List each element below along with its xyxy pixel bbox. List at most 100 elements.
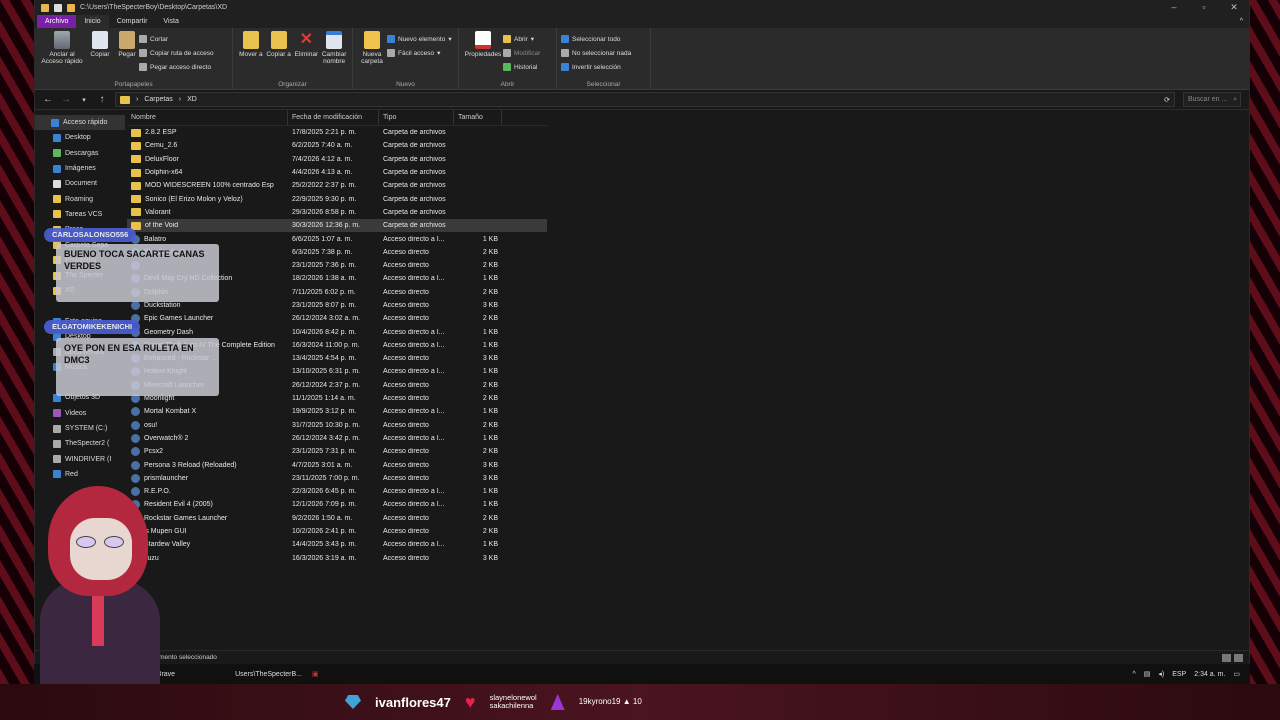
- breadcrumb-xd[interactable]: XD: [187, 96, 197, 103]
- open-button[interactable]: Abrir ▾: [503, 33, 540, 45]
- file-type: Acceso directo a I...: [383, 328, 445, 336]
- address-bar[interactable]: › Carpetas › XD ⟳: [115, 92, 1175, 107]
- search-placeholder: Buscar en ...: [1188, 96, 1228, 103]
- new-item-button[interactable]: Nuevo elemento ▾: [387, 33, 452, 45]
- tab-compartir[interactable]: Compartir: [109, 15, 156, 28]
- app-icon[interactable]: ▣: [312, 670, 319, 678]
- select-none-button[interactable]: No seleccionar nada: [561, 47, 631, 59]
- cut-button[interactable]: Cortar: [139, 33, 214, 45]
- new-folder-icon[interactable]: [67, 3, 75, 12]
- column-date[interactable]: Fecha de modificación: [288, 109, 379, 126]
- folder-icon: [131, 168, 141, 177]
- minimize-button[interactable]: –: [1159, 2, 1189, 13]
- taskbar-explorer[interactable]: Users\TheSpecterB...: [235, 671, 302, 678]
- collapse-ribbon-icon[interactable]: ^: [1234, 15, 1249, 28]
- delete-button[interactable]: ✕ Eliminar: [293, 31, 321, 58]
- copy-path-button[interactable]: Copiar ruta de acceso: [139, 47, 214, 59]
- file-row[interactable]: Persona 3 Reload (Reloaded) 4/7/2025 3:01…: [127, 458, 547, 471]
- nav-item[interactable]: Desktop: [35, 130, 125, 145]
- nav-item[interactable]: Descargas: [35, 146, 125, 161]
- file-row[interactable]: 2.8.2 ESP 17/8/2025 2:21 p. m. Carpeta de …: [127, 126, 547, 139]
- back-arrow-icon[interactable]: ←: [43, 94, 53, 105]
- nav-item[interactable]: WINDRIVER (I: [35, 452, 125, 467]
- tab-archivo[interactable]: Archivo: [37, 15, 77, 28]
- nav-item[interactable]: Document: [35, 176, 125, 191]
- breadcrumb-carpetas[interactable]: Carpetas: [144, 96, 172, 103]
- history-button[interactable]: Historial: [503, 61, 540, 73]
- volume-icon[interactable]: ◂): [1158, 670, 1164, 678]
- column-size[interactable]: Tamaño: [454, 109, 502, 126]
- rename-button[interactable]: Cambiar nombre: [320, 31, 348, 65]
- chat-message: OYE PON EN ESA RULETA EN DMC3: [56, 338, 219, 396]
- details-view-icon[interactable]: [1222, 653, 1231, 662]
- up-arrow-icon[interactable]: ↑: [97, 94, 107, 105]
- copy-to-icon: [270, 31, 287, 49]
- file-row[interactable]: Overwatch® 2 26/12/2024 3:42 p. m. Acceso …: [127, 432, 547, 445]
- nav-item[interactable]: TheSpecter2 (: [35, 436, 125, 451]
- chevron-up-icon[interactable]: ^: [1132, 671, 1135, 678]
- paste-button[interactable]: Pegar: [115, 31, 139, 58]
- search-input[interactable]: Buscar en ... ⌕: [1183, 92, 1241, 107]
- column-type[interactable]: Tipo: [379, 109, 454, 126]
- file-row[interactable]: DeluxFloor 7/4/2026 4:12 a. m. Carpeta de …: [127, 153, 547, 166]
- file-row[interactable]: Geometry Dash 10/4/2026 8:42 p. m. Acceso …: [127, 325, 547, 338]
- large-icons-view-icon[interactable]: [1234, 653, 1243, 662]
- nav-item[interactable]: Roaming: [35, 191, 125, 206]
- file-name: Sonico (El Erizo Molon y Veloz): [145, 195, 243, 203]
- file-row[interactable]: prismlauncher 23/11/2025 7:00 p. m. Acceso…: [127, 472, 547, 485]
- refresh-icon[interactable]: ⟳: [1164, 96, 1174, 104]
- star-icon: [51, 118, 59, 127]
- properties-icon[interactable]: [54, 3, 62, 12]
- nav-item[interactable]: Tareas VCS: [35, 207, 125, 222]
- modify-icon: [503, 49, 511, 57]
- file-date: 31/7/2025 10:30 p. m.: [292, 421, 361, 429]
- nav-item[interactable]: Videos: [35, 406, 125, 421]
- file-size: 2 KB: [482, 395, 498, 403]
- network-icon[interactable]: ▤: [1144, 670, 1151, 678]
- forward-arrow-icon[interactable]: →: [61, 94, 71, 105]
- file-row[interactable]: Epic Games Launcher 26/12/2024 3:02 a. m.…: [127, 312, 547, 325]
- file-date: 4/7/2025 3:01 a. m.: [292, 461, 353, 469]
- file-row[interactable]: osu! 31/7/2025 10:30 p. m. Acceso directo 2…: [127, 419, 547, 432]
- properties-button[interactable]: Propiedades: [463, 31, 503, 58]
- file-row[interactable]: Cemu_2.6 6/2/2025 7:40 a. m. Carpeta de ar…: [127, 139, 547, 152]
- select-all-button[interactable]: Seleccionar todo: [561, 33, 631, 45]
- copy-to-button[interactable]: Copiar a: [265, 31, 293, 58]
- modify-button[interactable]: Modificar: [503, 47, 540, 59]
- file-row[interactable]: MOD WIDESCREEN 100% centrado Esp 25/2/202…: [127, 179, 547, 192]
- file-row[interactable]: Mortal Kombat X 19/9/2025 3:12 p. m. Acces…: [127, 405, 547, 418]
- paste-shortcut-button[interactable]: Pegar acceso directo: [139, 61, 214, 73]
- file-row[interactable]: yuzu 16/3/2026 3:19 a. m. Acceso directo 3 …: [127, 552, 547, 565]
- file-row[interactable]: Stardew Valley 14/4/2025 3:43 p. m. Acceso…: [127, 538, 547, 551]
- nav-item[interactable]: Acceso rápido: [35, 115, 125, 131]
- file-row[interactable]: Dolphin-x64 4/4/2026 4:13 a. m. Carpeta de…: [127, 166, 547, 179]
- file-row[interactable]: of the Void 30/3/2026 12:36 p. m. Carpeta …: [127, 219, 547, 233]
- nav-item[interactable]: SYSTEM (C:): [35, 421, 125, 436]
- file-row[interactable]: Pcsx2 23/1/2025 7:31 p. m. Acceso directo 2…: [127, 445, 547, 458]
- move-to-button[interactable]: Mover a: [237, 31, 265, 58]
- easy-access-button[interactable]: Fácil acceso ▾: [387, 47, 452, 59]
- pin-icon: [54, 31, 70, 49]
- file-row[interactable]: R.E.P.O. 22/3/2026 6:45 p. m. Acceso direc…: [127, 485, 547, 498]
- file-row[interactable]: Resident Evil 4 (2005) 12/1/2026 7:09 p. …: [127, 498, 547, 511]
- file-type: Carpeta de archivos: [383, 222, 446, 230]
- pin-quick-access-button[interactable]: Anclar al Acceso rápido: [39, 31, 85, 65]
- copy-button[interactable]: Copiar: [85, 31, 115, 58]
- tab-inicio[interactable]: Inicio: [76, 15, 109, 28]
- recent-dropdown-icon[interactable]: ▾: [79, 96, 89, 104]
- column-name[interactable]: Nombre: [127, 109, 288, 126]
- easy-access-icon: [387, 49, 395, 57]
- tab-vista[interactable]: Vista: [155, 15, 186, 28]
- file-row[interactable]: 's Mupen GUI 10/2/2026 2:41 p. m. Acceso d…: [127, 525, 547, 538]
- language-indicator[interactable]: ESP: [1172, 671, 1186, 678]
- invert-selection-button[interactable]: Invertir selección: [561, 61, 631, 73]
- clock[interactable]: 2:34 a. m.: [1194, 671, 1225, 678]
- new-folder-button[interactable]: Nueva carpeta: [357, 31, 387, 65]
- nav-item[interactable]: Imágenes: [35, 161, 125, 176]
- file-row[interactable]: Valorant 29/3/2026 8:58 p. m. Carpeta de a…: [127, 206, 547, 219]
- file-row[interactable]: Sonico (El Erizo Molon y Veloz) 22/9/2025…: [127, 192, 547, 205]
- maximize-button[interactable]: ▫: [1189, 2, 1219, 13]
- file-row[interactable]: Rockstar Games Launcher 9/2/2026 1:50 a. …: [127, 512, 547, 525]
- notification-icon[interactable]: ▭: [1233, 670, 1240, 678]
- close-button[interactable]: ✕: [1219, 2, 1249, 13]
